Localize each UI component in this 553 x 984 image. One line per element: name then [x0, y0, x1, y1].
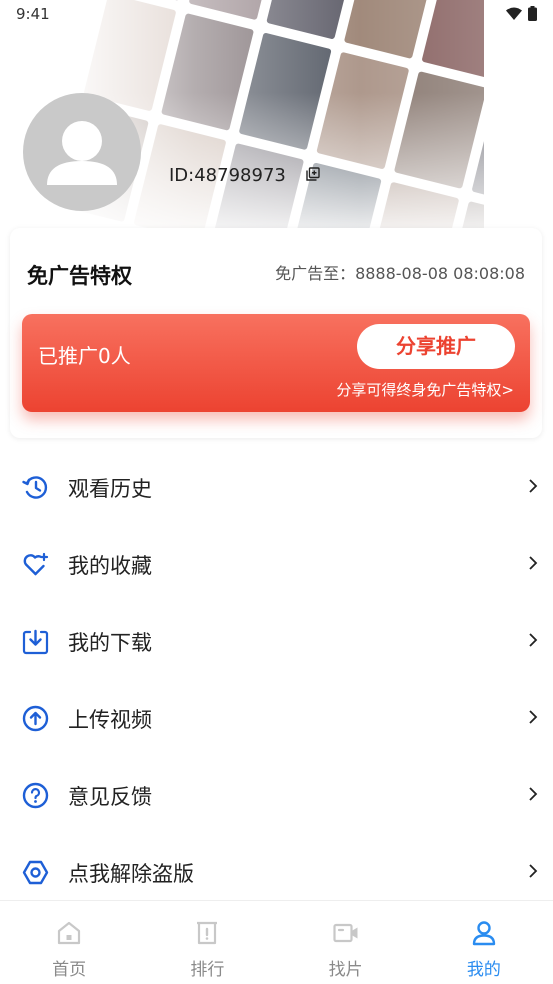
ad-free-card: 免广告特权 免广告至：8888-08-08 08:08:08 已推广0人 分享推… — [10, 228, 542, 438]
hexagon-nut-icon — [22, 860, 49, 885]
download-icon — [22, 629, 49, 655]
share-hint-link[interactable]: 分享可得终身免广告特权> — [336, 379, 514, 400]
menu-item-favorites[interactable]: 我的收藏 — [0, 534, 553, 594]
user-id: ID:48798973 — [169, 165, 286, 186]
tab-mine[interactable]: 我的 — [415, 901, 553, 984]
upload-icon — [22, 705, 49, 732]
menu-item-label: 我的下载 — [68, 631, 152, 655]
menu-item-remove-piracy[interactable]: 点我解除盗版 — [0, 842, 553, 902]
chevron-right-icon — [529, 479, 538, 493]
menu-item-downloads[interactable]: 我的下载 — [0, 611, 553, 671]
avatar[interactable] — [23, 93, 141, 211]
chevron-right-icon — [529, 787, 538, 801]
chevron-right-icon — [529, 864, 538, 878]
menu-item-watch-history[interactable]: 观看历史 — [0, 457, 553, 517]
heart-icon — [23, 552, 49, 576]
tab-find-video[interactable]: 找片 — [277, 901, 415, 984]
share-promote-button[interactable]: 分享推广 — [357, 324, 515, 369]
menu-item-feedback[interactable]: 意见反馈 — [0, 765, 553, 825]
status-time: 9:41 — [16, 5, 50, 23]
tab-label: 找片 — [328, 960, 363, 980]
user-icon — [472, 921, 496, 946]
video-camera-icon — [333, 923, 358, 943]
promoted-count: 已推广0人 — [38, 344, 131, 368]
status-icons — [506, 6, 537, 21]
tab-home[interactable]: 首页 — [0, 901, 138, 984]
chevron-right-icon — [529, 556, 538, 570]
tab-label: 排行 — [190, 960, 225, 980]
history-icon — [22, 476, 48, 499]
wifi-icon — [506, 7, 522, 20]
tab-label: 首页 — [52, 960, 87, 980]
ranking-icon — [197, 921, 218, 945]
tab-label: 我的 — [466, 960, 501, 980]
chevron-right-icon — [529, 710, 538, 724]
chevron-right-icon — [529, 633, 538, 647]
bottom-nav: 首页 排行 找片 我的 — [0, 900, 553, 984]
default-avatar-icon — [47, 121, 117, 185]
ad-free-expire: 免广告至：8888-08-08 08:08:08 — [275, 264, 525, 283]
tab-ranking[interactable]: 排行 — [138, 901, 276, 984]
promotion-banner: 已推广0人 分享推广 分享可得终身免广告特权> — [22, 314, 530, 412]
question-icon — [22, 782, 49, 809]
menu-item-label: 我的收藏 — [68, 554, 152, 578]
menu-item-upload-video[interactable]: 上传视频 — [0, 688, 553, 748]
battery-icon — [528, 6, 537, 21]
copy-icon[interactable] — [306, 167, 320, 181]
home-icon — [58, 921, 81, 945]
menu-item-label: 观看历史 — [68, 477, 152, 501]
menu-item-label: 意见反馈 — [68, 785, 152, 809]
poster-wall-background — [70, 0, 484, 232]
menu-item-label: 点我解除盗版 — [68, 862, 194, 886]
status-bar: 9:41 — [0, 0, 553, 30]
ad-free-title: 免广告特权 — [27, 264, 132, 288]
menu-item-label: 上传视频 — [68, 708, 152, 732]
